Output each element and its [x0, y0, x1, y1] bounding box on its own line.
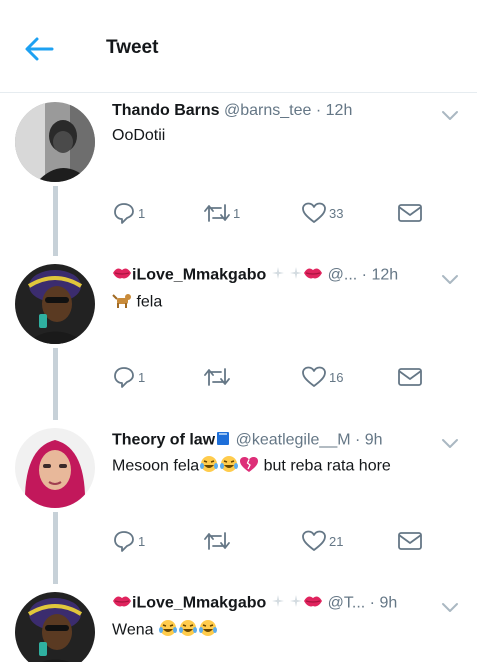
timestamp[interactable]: 12h: [371, 267, 398, 284]
separator: ·: [361, 266, 367, 284]
dog-emoji-icon: [112, 291, 132, 314]
lips-emoji-icon: [112, 266, 132, 285]
reply-button[interactable]: 1: [112, 528, 145, 554]
broken-heart-emoji-icon: [239, 455, 259, 478]
tweet-header: iLove_Mmakgabo @T... · 9h: [112, 594, 397, 613]
reply-count: 1: [138, 205, 146, 221]
envelope-icon: [398, 368, 422, 386]
chevron-down-icon[interactable]: [441, 108, 459, 120]
retweet-icon: [204, 204, 230, 222]
username[interactable]: @T...: [328, 595, 366, 612]
reply-icon: [114, 531, 134, 552]
tweet-text: Wena: [112, 621, 154, 639]
username[interactable]: @barns_tee: [224, 102, 311, 119]
tweet-text: Mesoon fela: [112, 457, 200, 475]
reply-count: 1: [138, 369, 146, 385]
retweet-button[interactable]: [203, 364, 231, 390]
tweet-text-continued: but reba rata hore: [263, 457, 391, 475]
direct-message-button[interactable]: [397, 528, 423, 554]
envelope-icon: [398, 204, 422, 222]
avatar[interactable]: [15, 592, 95, 662]
username[interactable]: @keatlegile__M: [236, 432, 351, 449]
chevron-down-icon[interactable]: [441, 600, 459, 612]
tweet[interactable]: Theory of law @keatlegile__M · 9h Mesoon…: [0, 422, 477, 584]
username[interactable]: @...: [328, 267, 358, 284]
reply-button[interactable]: 1: [112, 200, 145, 226]
avatar[interactable]: [15, 264, 95, 344]
like-count: 21: [329, 533, 344, 549]
reply-count: 1: [138, 533, 146, 549]
avatar[interactable]: [15, 102, 95, 182]
reply-icon: [114, 367, 134, 388]
retweet-button[interactable]: 1: [203, 200, 240, 226]
retweet-count: 1: [233, 205, 241, 221]
separator: ·: [315, 102, 322, 119]
lips-emoji-icon: [303, 266, 323, 285]
sparkle-emoji-icon: [289, 594, 303, 613]
heart-icon: [302, 366, 326, 387]
like-count: 16: [329, 369, 344, 385]
timestamp[interactable]: 12h: [326, 102, 353, 119]
reply-button[interactable]: 1: [112, 364, 145, 390]
tweet[interactable]: iLove_Mmakgabo @T... · 9h Wena: [0, 586, 477, 662]
lips-emoji-icon: [303, 594, 323, 613]
display-name[interactable]: Thando Barns: [112, 102, 220, 119]
separator: ·: [369, 594, 375, 612]
tweet-text: fela: [136, 293, 163, 311]
tweet-actions: 1 1 33: [0, 200, 477, 228]
laughing-emoji-icon: [178, 619, 198, 642]
page-title: Tweet: [106, 37, 159, 58]
top-bar: Tweet: [0, 0, 477, 93]
retweet-icon: [204, 532, 230, 550]
laughing-emoji-icon: [199, 455, 219, 478]
retweet-button[interactable]: [203, 528, 231, 554]
tweet-text-row: fela: [112, 291, 162, 314]
heart-icon: [302, 530, 326, 551]
retweet-icon: [204, 368, 230, 386]
heart-icon: [302, 202, 326, 223]
tweet-actions: 1 21: [0, 528, 477, 556]
envelope-icon: [398, 532, 422, 550]
tweet-header: iLove_Mmakgabo @... · 12h: [112, 266, 398, 285]
tweet[interactable]: Thando Barns @barns_tee · 12h OoDotii 1 …: [0, 94, 477, 256]
tweet-header: Thando Barns @barns_tee · 12h: [112, 102, 352, 120]
timestamp[interactable]: 9h: [379, 595, 397, 612]
like-button[interactable]: 16: [301, 364, 343, 390]
display-name[interactable]: iLove_Mmakgabo: [132, 267, 266, 284]
tweet[interactable]: iLove_Mmakgabo @... · 12h fela 1 16: [0, 258, 477, 420]
display-name[interactable]: iLove_Mmakgabo: [132, 595, 266, 612]
tweet-header: Theory of law @keatlegile__M · 9h: [112, 430, 383, 451]
separator: ·: [355, 431, 361, 449]
tweet-text-row: Wena: [112, 619, 218, 642]
reply-icon: [114, 203, 134, 224]
sparkle-emoji-icon: [271, 594, 285, 613]
chevron-down-icon[interactable]: [441, 436, 459, 448]
display-name[interactable]: Theory of law: [112, 432, 215, 449]
sparkle-emoji-icon: [289, 266, 303, 285]
tweet-text-row: Mesoon fela but reba rata hore: [112, 455, 391, 478]
chevron-down-icon[interactable]: [441, 272, 459, 284]
like-button[interactable]: 21: [301, 528, 343, 554]
sparkle-emoji-icon: [271, 266, 285, 285]
laughing-emoji-icon: [158, 619, 178, 642]
direct-message-button[interactable]: [397, 364, 423, 390]
tweet-text: OoDotii: [112, 127, 166, 144]
book-emoji-icon: [215, 430, 231, 451]
back-arrow-icon[interactable]: [22, 34, 56, 64]
like-button[interactable]: 33: [301, 200, 343, 226]
timestamp[interactable]: 9h: [365, 432, 383, 449]
like-count: 33: [329, 205, 344, 221]
laughing-emoji-icon: [219, 455, 239, 478]
lips-emoji-icon: [112, 594, 132, 613]
tweet-actions: 1 16: [0, 364, 477, 392]
direct-message-button[interactable]: [397, 200, 423, 226]
avatar[interactable]: [15, 428, 95, 508]
laughing-emoji-icon: [198, 619, 218, 642]
